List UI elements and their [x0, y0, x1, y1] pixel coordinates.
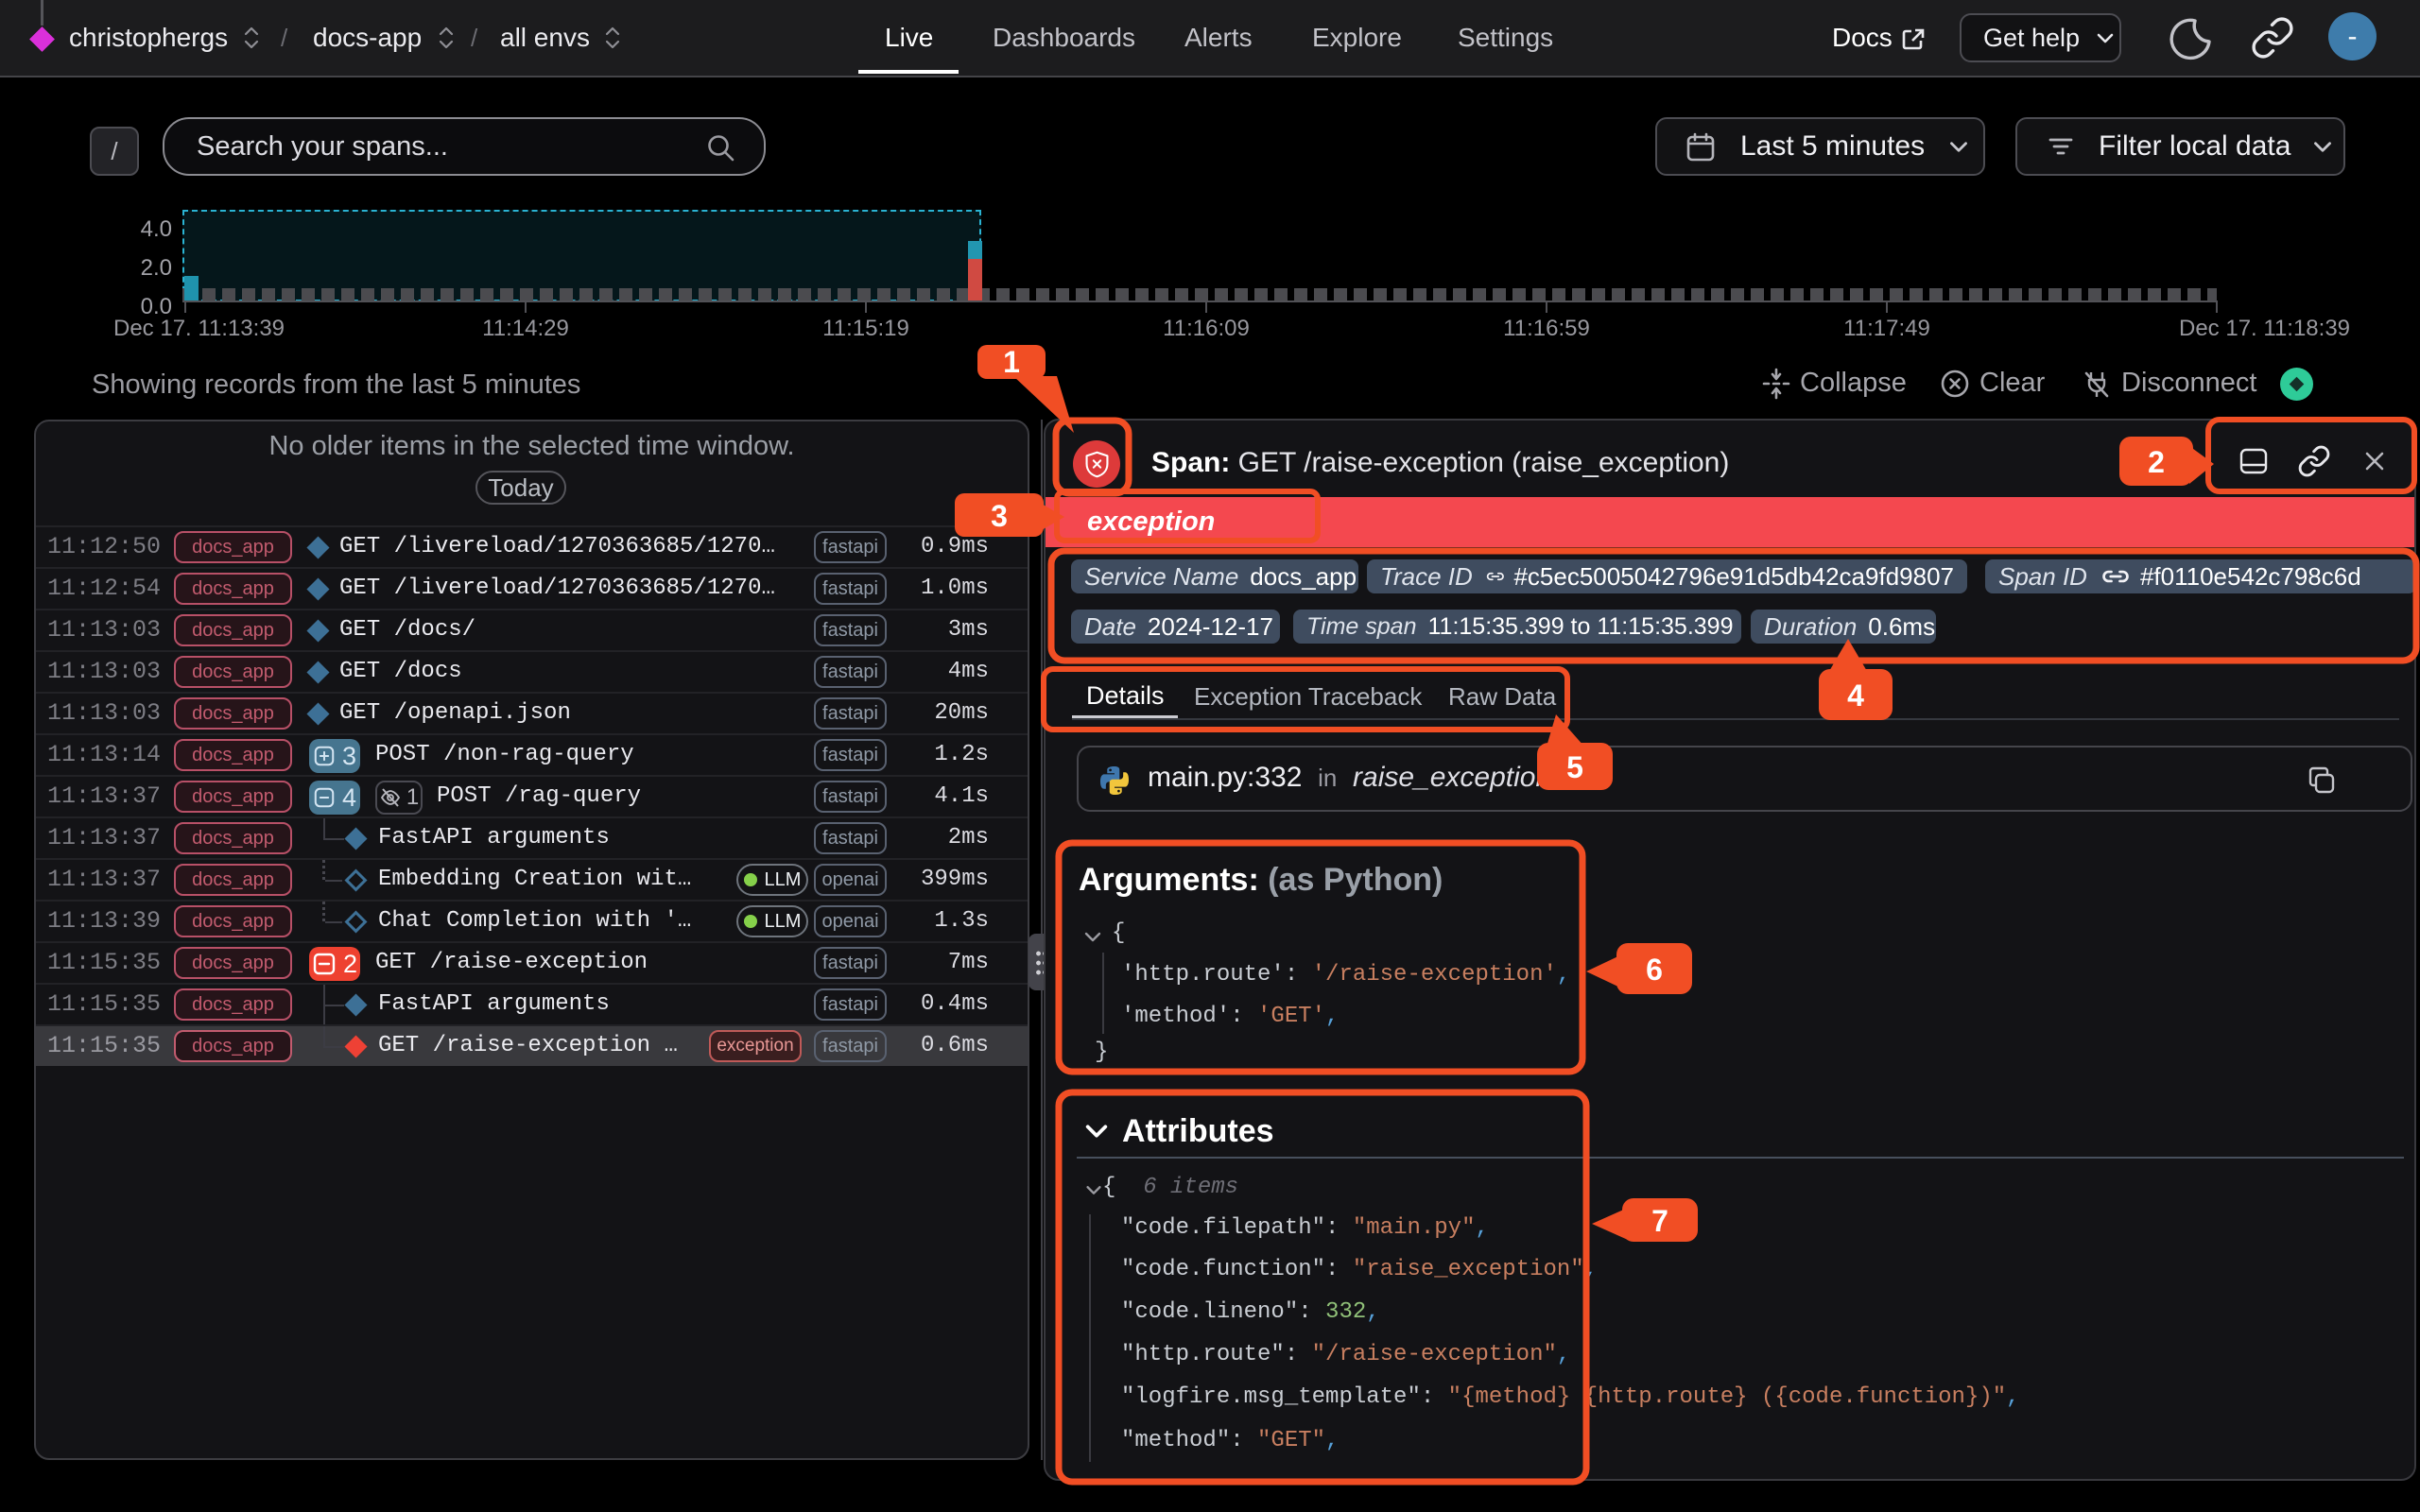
svg-text:6: 6 — [1646, 953, 1663, 987]
svg-text:5: 5 — [1566, 750, 1583, 784]
svg-text:4: 4 — [1847, 679, 1864, 713]
svg-text:2: 2 — [2148, 445, 2165, 479]
svg-text:7: 7 — [1651, 1204, 1668, 1238]
svg-text:3: 3 — [991, 499, 1008, 533]
svg-text:1: 1 — [1003, 345, 1020, 379]
